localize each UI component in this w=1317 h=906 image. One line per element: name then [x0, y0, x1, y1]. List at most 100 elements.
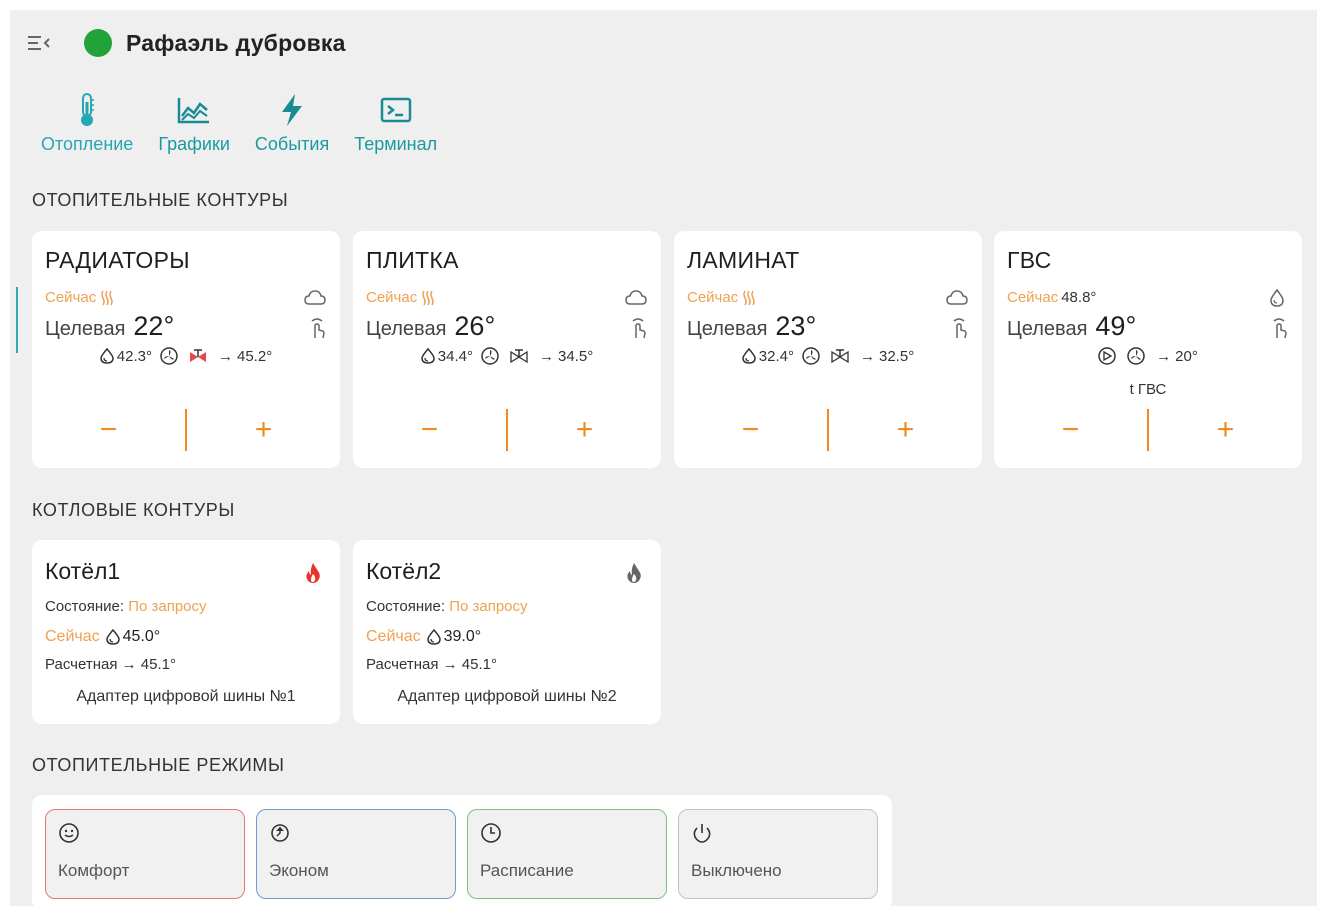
- sensor-water: 42.3°: [100, 348, 152, 365]
- adjust-controls: − +: [32, 409, 340, 451]
- now-value: 45.0°: [122, 628, 161, 645]
- sensor-value: 20°: [1175, 347, 1198, 365]
- sensor-value: 42.3°: [116, 347, 152, 365]
- menu-collapse-icon[interactable]: [26, 32, 52, 54]
- touch-icon: [1273, 318, 1287, 339]
- sensor-water: 34.4°: [421, 348, 473, 365]
- target-label: Целевая: [1007, 318, 1088, 340]
- chart-icon: [177, 92, 211, 128]
- sensor-row: → 20°: [994, 347, 1302, 365]
- fan-icon: [160, 347, 181, 365]
- mode-schedule[interactable]: Расписание: [467, 809, 667, 899]
- section-title-boiler-contours: КОТЛОВЫЕ КОНТУРЫ: [32, 500, 235, 520]
- valve-icon: [831, 348, 852, 364]
- boiler-card-1[interactable]: Котёл1 Состояние: По запросу Сейчас 45.0…: [32, 540, 340, 724]
- touch-icon: [311, 318, 325, 339]
- tab-events[interactable]: События: [255, 92, 329, 155]
- drop-icon: [100, 348, 114, 364]
- terminal-icon: [380, 92, 412, 128]
- pump-icon: [1098, 347, 1119, 365]
- now-label: Сейчас: [366, 289, 418, 306]
- sensor-row: 42.3° → 45.2°: [32, 347, 340, 365]
- arrow-right-icon: →: [218, 347, 233, 365]
- app-root: Рафаэль дубровка Отопление Графики Событ…: [10, 10, 1317, 906]
- boiler-state: Состояние: По запросу: [45, 598, 207, 615]
- boiler-name: Котёл1: [45, 558, 121, 584]
- sensor-row: 34.4° → 34.5°: [353, 347, 661, 365]
- cloud-icon: [946, 290, 968, 305]
- target-value: 49°: [1095, 311, 1137, 341]
- dhw-temp-label: t ГВС: [1129, 381, 1167, 398]
- touch-icon: [632, 318, 646, 339]
- section-title-heating-contours: ОТОПИТЕЛЬНЫЕ КОНТУРЫ: [32, 190, 289, 210]
- contour-card-dhw[interactable]: ГВС Сейчас 48.8° Целевая 49° → 20° t ГВС…: [994, 231, 1302, 468]
- adapter-label: Адаптер цифровой шины №2: [397, 688, 617, 705]
- target-value: 22°: [133, 311, 175, 341]
- heating-waves-icon: [422, 290, 434, 305]
- sensor-flow: → 45.2°: [218, 348, 272, 365]
- header: Рафаэль дубровка: [26, 28, 346, 58]
- contour-card-laminate[interactable]: ЛАМИНАТ Сейчас Целевая 23° 32.4° → 32.5°: [674, 231, 982, 468]
- adjust-controls: − +: [994, 409, 1302, 451]
- target-label: Целевая: [366, 318, 447, 340]
- decrease-button[interactable]: −: [674, 409, 827, 451]
- boiler-card-2[interactable]: Котёл2 Состояние: По запросу Сейчас 39.0…: [353, 540, 661, 724]
- arrow-right-icon: →: [1156, 347, 1172, 365]
- decrease-button[interactable]: −: [32, 409, 185, 451]
- sensor-flow: → 34.5°: [539, 348, 593, 365]
- now-indicator: Сейчас: [687, 289, 756, 306]
- increase-button[interactable]: +: [508, 409, 661, 451]
- now-label: Сейчас: [45, 628, 100, 645]
- now-indicator: Сейчас 48.8°: [1007, 289, 1096, 306]
- state-value: По запросу: [449, 598, 528, 615]
- mode-off[interactable]: Выключено: [678, 809, 878, 899]
- drop-icon: [742, 348, 756, 364]
- contour-card-radiators[interactable]: РАДИАТОРЫ Сейчас Целевая 22° 42.3° → 45.…: [32, 231, 340, 468]
- cloud-icon: [304, 290, 326, 305]
- state-label: Состояние:: [45, 598, 125, 615]
- target-label: Целевая: [45, 318, 126, 340]
- drop-icon: [426, 629, 441, 645]
- target-value: 23°: [775, 311, 817, 341]
- tab-charts[interactable]: Графики: [158, 92, 230, 155]
- status-indicator: [84, 29, 112, 57]
- tab-label: Терминал: [354, 134, 438, 154]
- tab-heating[interactable]: Отопление: [41, 92, 133, 155]
- mode-economy[interactable]: Эконом: [256, 809, 456, 899]
- sensor-value: 34.4°: [437, 347, 473, 365]
- contour-name: ГВС: [1007, 247, 1052, 273]
- target-temperature: Целевая 22°: [45, 311, 174, 342]
- mode-comfort[interactable]: Комфорт: [45, 809, 245, 899]
- fan-icon: [481, 347, 502, 365]
- tab-label: Отопление: [41, 134, 134, 154]
- increase-button[interactable]: +: [187, 409, 340, 451]
- target-label: Целевая: [687, 318, 768, 340]
- contour-name: ПЛИТКА: [366, 247, 459, 273]
- contour-name: РАДИАТОРЫ: [45, 247, 190, 273]
- decrease-button[interactable]: −: [994, 409, 1147, 451]
- increase-button[interactable]: +: [1149, 409, 1302, 451]
- fan-icon: [1127, 347, 1148, 365]
- decrease-button[interactable]: −: [353, 409, 506, 451]
- valve-icon: [510, 348, 531, 364]
- device-title: Рафаэль дубровка: [126, 29, 346, 56]
- sensor-value: 45.2°: [237, 347, 273, 365]
- arrow-right-icon: →: [539, 347, 554, 365]
- boiler-state: Состояние: По запросу: [366, 598, 528, 615]
- smile-icon: [59, 823, 79, 843]
- fan-icon: [802, 347, 823, 365]
- sensor-flow: → 20°: [1156, 348, 1198, 365]
- tab-terminal[interactable]: Терминал: [354, 92, 437, 155]
- cloud-icon: [625, 290, 647, 305]
- now-value: 48.8°: [1061, 289, 1097, 306]
- mode-label: Выключено: [691, 861, 782, 880]
- drop-icon: [421, 348, 435, 364]
- contour-card-tile[interactable]: ПЛИТКА Сейчас Целевая 26° 34.4° → 34.5°: [353, 231, 661, 468]
- state-label: Состояние:: [366, 598, 446, 615]
- touch-icon: [953, 318, 967, 339]
- boiler-now: Сейчас 45.0°: [45, 628, 160, 646]
- mode-label: Комфорт: [58, 861, 130, 880]
- increase-button[interactable]: +: [829, 409, 982, 451]
- boiler-now: Сейчас 39.0°: [366, 628, 481, 646]
- boiler-name: Котёл2: [366, 558, 442, 584]
